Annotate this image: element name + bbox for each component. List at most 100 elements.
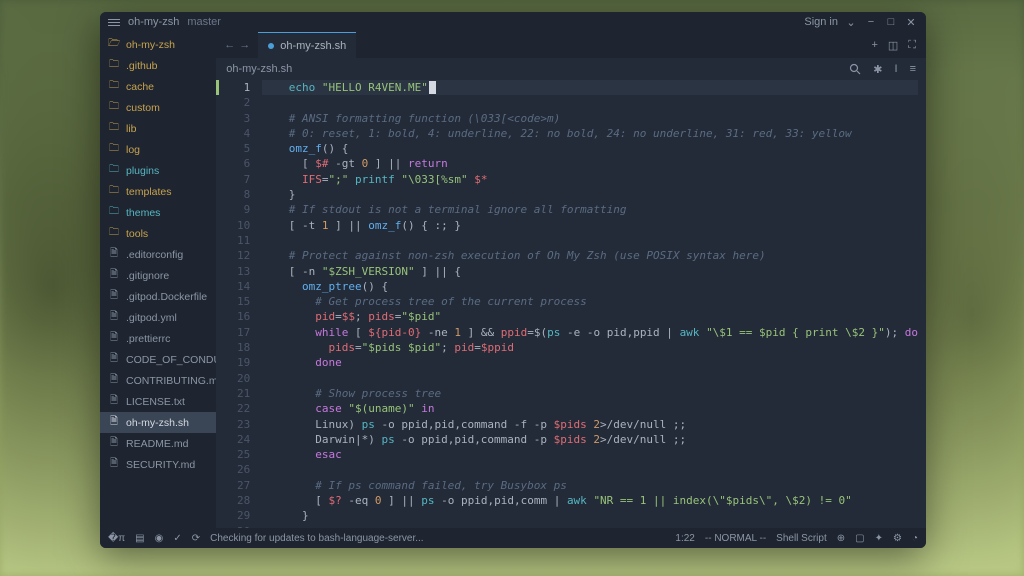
code-line[interactable]: # ANSI formatting function (\033[<code>m… — [262, 111, 918, 126]
code-line[interactable]: # Show process tree — [262, 386, 918, 401]
maximize-icon[interactable]: □ — [884, 15, 898, 29]
sidebar-item[interactable]: 🗎README.md — [100, 433, 216, 454]
add-tab-icon[interactable]: + — [871, 39, 877, 52]
sidebar-item-label: .gitpod.yml — [126, 312, 177, 324]
sidebar-item[interactable]: 🗎CODE_OF_CONDUCT.md — [100, 349, 216, 370]
line-number: 6 — [216, 156, 250, 171]
line-number: 16 — [216, 309, 250, 324]
screen-icon[interactable]: ▢ — [855, 533, 864, 544]
code-line[interactable] — [262, 95, 918, 110]
sidebar-item[interactable]: 🗀tools — [100, 223, 216, 244]
sidebar-item[interactable]: 🗀custom — [100, 97, 216, 118]
gear-icon[interactable]: ⚙ — [893, 533, 902, 544]
sidebar-item-label: themes — [126, 207, 160, 219]
line-number: 26 — [216, 462, 250, 477]
close-icon[interactable]: ✕ — [904, 15, 918, 29]
sidebar-item-label: oh-my-zsh — [126, 39, 175, 51]
code-line[interactable] — [262, 233, 918, 248]
nav-back-icon[interactable]: ← — [224, 39, 235, 51]
code-line[interactable]: pids="$pids $pid"; pid=$ppid — [262, 340, 918, 355]
panel-terminal-icon[interactable]: ▤ — [135, 533, 144, 544]
file-icon: 🗎 — [108, 330, 120, 347]
minimize-icon[interactable]: − — [864, 15, 878, 29]
code-line[interactable]: # Protect against non-zsh execution of O… — [262, 248, 918, 263]
sidebar-item[interactable]: 🗀templates — [100, 181, 216, 202]
code-line[interactable]: # 0: reset, 1: bold, 4: underline, 22: n… — [262, 126, 918, 141]
sidebar-item[interactable]: 🗎LICENSE.txt — [100, 391, 216, 412]
sidebar-item[interactable]: 🗎.editorconfig — [100, 244, 216, 265]
code-line[interactable]: # If ps command failed, try Busybox ps — [262, 478, 918, 493]
file-type[interactable]: Shell Script — [776, 533, 827, 544]
sidebar-item[interactable]: 🗀plugins — [100, 160, 216, 181]
sidebar-item[interactable]: 🗀log — [100, 139, 216, 160]
person-icon[interactable]: ◉ — [155, 533, 164, 544]
code-line[interactable]: # If stdout is not a terminal ignore all… — [262, 202, 918, 217]
breadcrumb-path[interactable]: oh-my-zsh.sh — [226, 63, 292, 75]
nav-forward-icon[interactable]: → — [239, 39, 250, 51]
signin-link[interactable]: Sign in — [804, 16, 838, 28]
sidebar-item[interactable]: 🗎.prettierrc — [100, 328, 216, 349]
code-line[interactable]: while [ ${pid-0} -ne 1 ] && ppid=$(ps -e… — [262, 325, 918, 340]
code-editor[interactable]: 1234567891011121314151617181920212223242… — [216, 80, 926, 528]
sidebar-item[interactable]: 🗀lib — [100, 118, 216, 139]
code-line[interactable]: [ -t 1 ] || omz_f() { :; } — [262, 218, 918, 233]
file-explorer[interactable]: 🗁oh-my-zsh🗀.github🗀cache🗀custom🗀lib🗀log🗀… — [100, 32, 216, 528]
split-icon[interactable]: ◫ — [888, 39, 898, 52]
code-line[interactable]: } — [262, 187, 918, 202]
panel-outline-icon[interactable]: �π — [108, 533, 125, 544]
code-line[interactable]: Linux) ps -o ppid,pid,command -f -p $pid… — [262, 417, 918, 432]
line-number: 28 — [216, 493, 250, 508]
code-line[interactable]: esac — [262, 447, 918, 462]
sidebar-item-label: custom — [126, 102, 160, 114]
code-line[interactable]: case "$(uname)" in — [262, 401, 918, 416]
editor-window: oh-my-zsh master Sign in ⌄ − □ ✕ 🗁oh-my-… — [100, 12, 926, 548]
code-line[interactable]: } — [262, 508, 918, 523]
fullscreen-icon[interactable]: ⛶ — [908, 39, 916, 52]
line-number: 2 — [216, 95, 250, 110]
sidebar-item[interactable]: 🗀themes — [100, 202, 216, 223]
code-line[interactable]: IFS=";" printf "\033[%sm" $* — [262, 172, 918, 187]
sidebar-item[interactable]: 🗀.github — [100, 55, 216, 76]
code-line[interactable] — [262, 371, 918, 386]
sidebar-item[interactable]: 🗁oh-my-zsh — [100, 34, 216, 55]
line-number: 21 — [216, 386, 250, 401]
sidebar-item[interactable]: 🗎.gitpod.Dockerfile — [100, 286, 216, 307]
code-line[interactable]: [ -n "$ZSH_VERSION" ] || { — [262, 264, 918, 279]
sidebar-item[interactable]: 🗎oh-my-zsh.sh — [100, 412, 216, 433]
code-line[interactable]: [ $? -eq 0 ] || ps -o ppid,pid,comm | aw… — [262, 493, 918, 508]
code-line[interactable] — [262, 462, 918, 477]
line-number: 25 — [216, 447, 250, 462]
sidebar-item-label: .editorconfig — [126, 249, 183, 261]
copilot-icon[interactable]: ⊕ — [837, 533, 845, 544]
sidebar-item[interactable]: 🗎SECURITY.md — [100, 454, 216, 475]
tab-bar: ← → oh-my-zsh.sh + ◫ ⛶ — [216, 32, 926, 58]
sidebar-item[interactable]: 🗎.gitignore — [100, 265, 216, 286]
cursor-position[interactable]: 1:22 — [675, 533, 694, 544]
code-line[interactable]: done — [262, 355, 918, 370]
regex-icon[interactable]: ✱ — [873, 63, 882, 76]
check-icon[interactable]: ✓ — [173, 533, 181, 544]
sync-icon[interactable]: ⟳ — [192, 533, 200, 544]
sidebar-item[interactable]: 🗎CONTRIBUTING.md — [100, 370, 216, 391]
code-line[interactable]: # Get process tree of the current proces… — [262, 294, 918, 309]
code-line[interactable]: omz_f() { — [262, 141, 918, 156]
line-number: 27 — [216, 478, 250, 493]
bell-icon[interactable]: ◔ — [912, 533, 918, 544]
code-line[interactable]: omz_ptree() { — [262, 279, 918, 294]
chevron-down-icon[interactable]: ⌄ — [844, 15, 858, 29]
tab-active[interactable]: oh-my-zsh.sh — [258, 32, 356, 58]
sidebar-item[interactable]: 🗀cache — [100, 76, 216, 97]
line-number: 18 — [216, 340, 250, 355]
search-icon[interactable] — [849, 63, 861, 76]
line-number: 15 — [216, 294, 250, 309]
code-line[interactable]: Darwin|*) ps -o ppid,pid,command -p $pid… — [262, 432, 918, 447]
settings-icon[interactable]: ≡ — [910, 63, 916, 76]
cursor-icon[interactable]: I — [895, 63, 898, 76]
code-line[interactable]: [ $# -gt 0 ] || return — [262, 156, 918, 171]
sidebar-item[interactable]: 🗎.gitpod.yml — [100, 307, 216, 328]
code-line[interactable]: pid=$$; pids="$pid" — [262, 309, 918, 324]
hamburger-icon[interactable] — [108, 19, 120, 26]
line-number: 22 — [216, 401, 250, 416]
extensions-icon[interactable]: ✦ — [875, 533, 883, 544]
code-line[interactable]: echo "HELLO R4VEN.ME" — [262, 80, 918, 95]
